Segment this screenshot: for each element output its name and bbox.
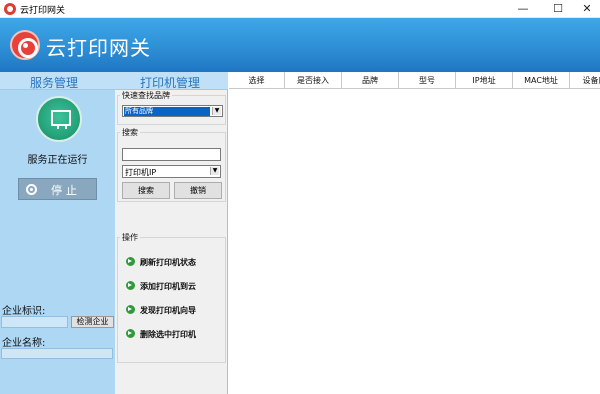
search-type-value: 打印机IP xyxy=(125,168,157,177)
maximize-button[interactable]: ☐ xyxy=(543,0,573,18)
service-status: 服务正在运行 xyxy=(27,155,88,166)
operations-group: 操作 刷新打印机状态 添加打印机到云 发现打印机向导 删除选中打印机 xyxy=(117,232,226,363)
operations-group-title: 操作 xyxy=(120,232,140,243)
column-header[interactable]: 设备序 xyxy=(570,72,600,89)
brand-group-title: 快速查找品牌 xyxy=(120,90,172,101)
undo-button[interactable]: 撤销 xyxy=(174,182,222,199)
stop-button[interactable]: 停止 xyxy=(18,178,97,200)
chevron-down-icon[interactable]: ▼ xyxy=(210,167,219,175)
minimize-button[interactable]: — xyxy=(508,0,538,18)
brand-title: 云打印网关 xyxy=(46,36,151,60)
play-icon xyxy=(126,281,135,290)
play-icon xyxy=(126,329,135,338)
brand-group: 快速查找品牌 所有品牌 ▼ xyxy=(117,90,226,125)
search-type-select[interactable]: 打印机IP ▼ xyxy=(122,165,221,178)
monitor-icon xyxy=(36,96,82,142)
enterprise-id-input[interactable] xyxy=(1,316,68,328)
op-label: 删除选中打印机 xyxy=(140,330,196,339)
logo-icon xyxy=(10,30,40,60)
column-header[interactable]: 选择 xyxy=(229,72,285,89)
app-icon xyxy=(4,3,16,15)
header-banner: 云打印网关 xyxy=(0,18,600,72)
column-header[interactable]: 型号 xyxy=(399,72,456,89)
play-icon xyxy=(126,257,135,266)
printer-header[interactable]: 打印机管理 xyxy=(115,72,228,90)
op-label: 刷新打印机状态 xyxy=(140,258,196,267)
column-header[interactable]: 是否接入 xyxy=(285,72,342,89)
stop-icon xyxy=(26,184,37,195)
enterprise-name-input[interactable] xyxy=(1,348,113,359)
brand-select-value: 所有品牌 xyxy=(124,107,210,116)
window-title: 云打印网关 xyxy=(20,6,66,16)
chevron-down-icon[interactable]: ▼ xyxy=(212,107,221,115)
service-header-label: 服务管理 xyxy=(30,76,79,90)
column-header[interactable]: MAC地址 xyxy=(513,72,570,89)
detect-enterprise-button[interactable]: 检测企业 xyxy=(71,316,114,328)
printer-table[interactable]: 选择 是否接入 品牌 型号 IP地址 MAC地址 设备序 xyxy=(229,72,600,394)
service-header[interactable]: 服务管理 xyxy=(0,72,115,90)
search-input[interactable] xyxy=(122,148,221,161)
enterprise-name-label: 企业名称: xyxy=(2,338,46,349)
table-header: 选择 是否接入 品牌 型号 IP地址 MAC地址 设备序 xyxy=(229,72,600,89)
column-header[interactable]: IP地址 xyxy=(456,72,513,89)
stop-label: 停止 xyxy=(51,184,81,197)
column-header[interactable]: 品牌 xyxy=(342,72,399,89)
printer-panel: 打印机管理 快速查找品牌 所有品牌 ▼ 搜索 打印机IP ▼ 搜索 撤销 操作 … xyxy=(115,72,228,394)
printer-header-label: 打印机管理 xyxy=(140,76,201,90)
search-group: 搜索 打印机IP ▼ 搜索 撤销 xyxy=(117,127,226,202)
close-button[interactable]: ✕ xyxy=(572,0,600,18)
title-bar: 云打印网关 — ☐ ✕ xyxy=(0,0,600,18)
search-button[interactable]: 搜索 xyxy=(122,182,170,199)
op-label: 添加打印机到云 xyxy=(140,282,196,291)
brand-select[interactable]: 所有品牌 ▼ xyxy=(122,105,223,117)
op-label: 发现打印机向导 xyxy=(140,306,196,315)
service-panel: 服务管理 服务正在运行 停止 企业标识: 检测企业 企业名称: xyxy=(0,72,115,394)
play-icon xyxy=(126,305,135,314)
enterprise-id-label: 企业标识: xyxy=(2,306,46,317)
search-group-title: 搜索 xyxy=(120,127,140,138)
